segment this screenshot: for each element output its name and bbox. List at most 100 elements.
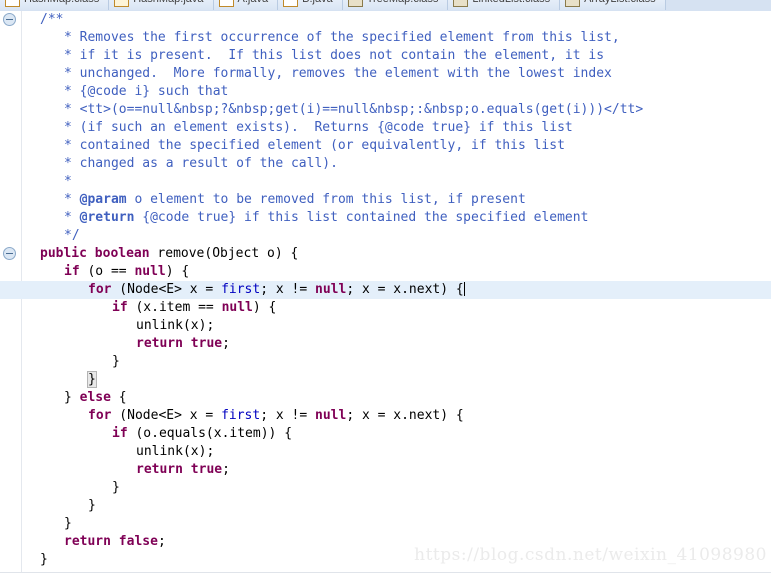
java-class-icon — [5, 0, 20, 7]
code-line[interactable]: unlink(x); — [22, 443, 771, 461]
code-line[interactable]: */ — [22, 227, 771, 245]
code-token-kw: null — [315, 282, 347, 297]
code-token-kw: else — [79, 390, 111, 405]
java-jar-icon — [347, 0, 363, 7]
code-line[interactable]: } — [22, 353, 771, 371]
code-token-pln: (Node<E> x = — [111, 282, 222, 297]
code-token-cmt: * — [64, 174, 72, 189]
code-token-cmt: {@code true} if this list contained the … — [134, 210, 589, 225]
code-token-pln: ; x != — [260, 408, 315, 423]
code-token-cmt: /** — [40, 12, 64, 27]
code-line[interactable]: for (Node<E> x = first; x != null; x = x… — [22, 407, 771, 425]
code-token-pln: { — [110, 390, 127, 405]
code-line[interactable]: return true; — [22, 461, 771, 479]
code-token-cmtag: @return — [79, 210, 135, 225]
code-line[interactable]: /** — [22, 11, 771, 29]
code-token-fld: first — [221, 282, 261, 297]
code-token-pln: unlink(x); — [136, 318, 215, 333]
code-token-kw: return — [64, 534, 111, 549]
matching-brace-highlight: } — [87, 371, 97, 388]
code-line[interactable]: * contained the specified element (or eq… — [22, 137, 771, 155]
code-token-pln: ; x = x.next) { — [346, 408, 464, 423]
code-line[interactable]: * <tt>(o==null&nbsp;?&nbsp;get(i)==null&… — [22, 101, 771, 119]
code-token-kw: if — [64, 264, 80, 279]
code-line[interactable]: * (if such an element exists). Returns {… — [22, 119, 771, 137]
editor-tab[interactable]: HashMap.java — [109, 0, 214, 10]
code-token-kw: null — [134, 264, 166, 279]
code-token-pln — [111, 534, 119, 549]
code-token-kw: true — [190, 336, 223, 351]
code-token-kw: true — [190, 462, 223, 477]
code-line[interactable]: * changed as a result of the call). — [22, 155, 771, 173]
code-line[interactable]: * Removes the first occurrence of the sp… — [22, 29, 771, 47]
code-token-cmt: * Removes the first occurrence of the sp… — [64, 30, 620, 45]
code-token-kw: return — [136, 462, 183, 477]
code-line[interactable]: } — [22, 371, 771, 389]
editor-tab[interactable]: ArrayList.class — [560, 0, 666, 10]
code-token-cmt: */ — [64, 228, 80, 243]
code-token-pln: ) { — [252, 300, 277, 315]
editor-tab[interactable]: LinkedList.class — [448, 0, 561, 10]
code-token-pln: unlink(x); — [136, 444, 215, 459]
java-jar-icon — [453, 0, 469, 7]
code-line[interactable]: * — [22, 173, 771, 191]
code-token-pln: } — [64, 390, 80, 405]
editor-tab-label: HashMap.class — [24, 0, 99, 6]
editor-tab-list: HashMap.class HashMap.java A.java B.java Tre… — [0, 0, 666, 11]
code-line[interactable]: if (x.item == null) { — [22, 299, 771, 317]
code-line[interactable]: * {@code i} such that — [22, 83, 771, 101]
code-line[interactable]: if (o == null) { — [22, 263, 771, 281]
code-token-kw: if — [112, 300, 128, 315]
code-token-pln: ; x = x.next) { — [346, 282, 464, 297]
code-token-kw: null — [221, 300, 253, 315]
code-token-kw: false — [118, 534, 158, 549]
code-line[interactable]: unlink(x); — [22, 317, 771, 335]
code-token-cmt: * contained the specified element (or eq… — [64, 138, 565, 153]
code-line[interactable]: * @param o element to be removed from th… — [22, 191, 771, 209]
code-token-pln — [183, 336, 191, 351]
editor-tab[interactable]: A.java — [213, 0, 279, 10]
code-token-kw: for — [88, 408, 112, 423]
code-text-area[interactable]: /** * Removes the first occurrence of the… — [0, 11, 771, 573]
code-line[interactable]: return false; — [22, 533, 771, 551]
editor-tab[interactable]: HashMap.class — [0, 0, 110, 10]
code-line[interactable]: } — [22, 515, 771, 533]
java-source-icon — [114, 0, 130, 7]
editor-tab-label: TreeMap.class — [367, 0, 439, 6]
code-token-pln — [183, 462, 191, 477]
editor-tab[interactable]: TreeMap.class — [342, 0, 449, 10]
editor-bottom-divider — [0, 572, 771, 573]
code-token-kw: public — [40, 246, 87, 261]
code-line[interactable]: public boolean remove(Object o) { — [22, 245, 771, 263]
code-line[interactable]: } — [22, 551, 771, 569]
fold-collapse-icon[interactable] — [3, 13, 16, 26]
code-line[interactable]: } — [22, 497, 771, 515]
code-token-pln: remove(Object o) { — [149, 246, 299, 261]
code-token-pln: ) { — [165, 264, 190, 279]
code-token-cmt: * (if such an element exists). Returns {… — [64, 120, 573, 135]
code-token-pln: ; — [222, 336, 230, 351]
code-line[interactable]: * @return {@code true} if this list cont… — [22, 209, 771, 227]
code-line[interactable]: * if it is present. If this list does no… — [22, 47, 771, 65]
code-line[interactable]: } else { — [22, 389, 771, 407]
java-editor-pane[interactable]: /** * Removes the first occurrence of the… — [0, 11, 771, 573]
code-line[interactable]: * unchanged. More formally, removes the … — [22, 65, 771, 83]
code-token-kw: for — [88, 282, 112, 297]
code-line[interactable]: } — [22, 479, 771, 497]
code-token-kw: null — [315, 408, 347, 423]
code-token-kw: if — [112, 426, 128, 441]
code-token-pln: } — [40, 552, 48, 567]
code-token-pln: ; x != — [260, 282, 315, 297]
code-line[interactable]: if (o.equals(x.item)) { — [22, 425, 771, 443]
fold-collapse-icon[interactable] — [3, 247, 16, 260]
code-token-pln: (Node<E> x = — [111, 408, 222, 423]
code-line[interactable]: return true; — [22, 335, 771, 353]
java-source-icon — [283, 0, 299, 7]
editor-tab[interactable]: B.java — [278, 0, 343, 10]
editor-tab-label: B.java — [302, 0, 333, 6]
code-token-pln: ; — [222, 462, 230, 477]
text-caret — [463, 282, 465, 296]
code-line[interactable]: for (Node<E> x = first; x != null; x = x… — [0, 281, 771, 299]
code-token-cmt: * {@code i} such that — [64, 84, 229, 99]
code-token-pln: } — [64, 516, 72, 531]
